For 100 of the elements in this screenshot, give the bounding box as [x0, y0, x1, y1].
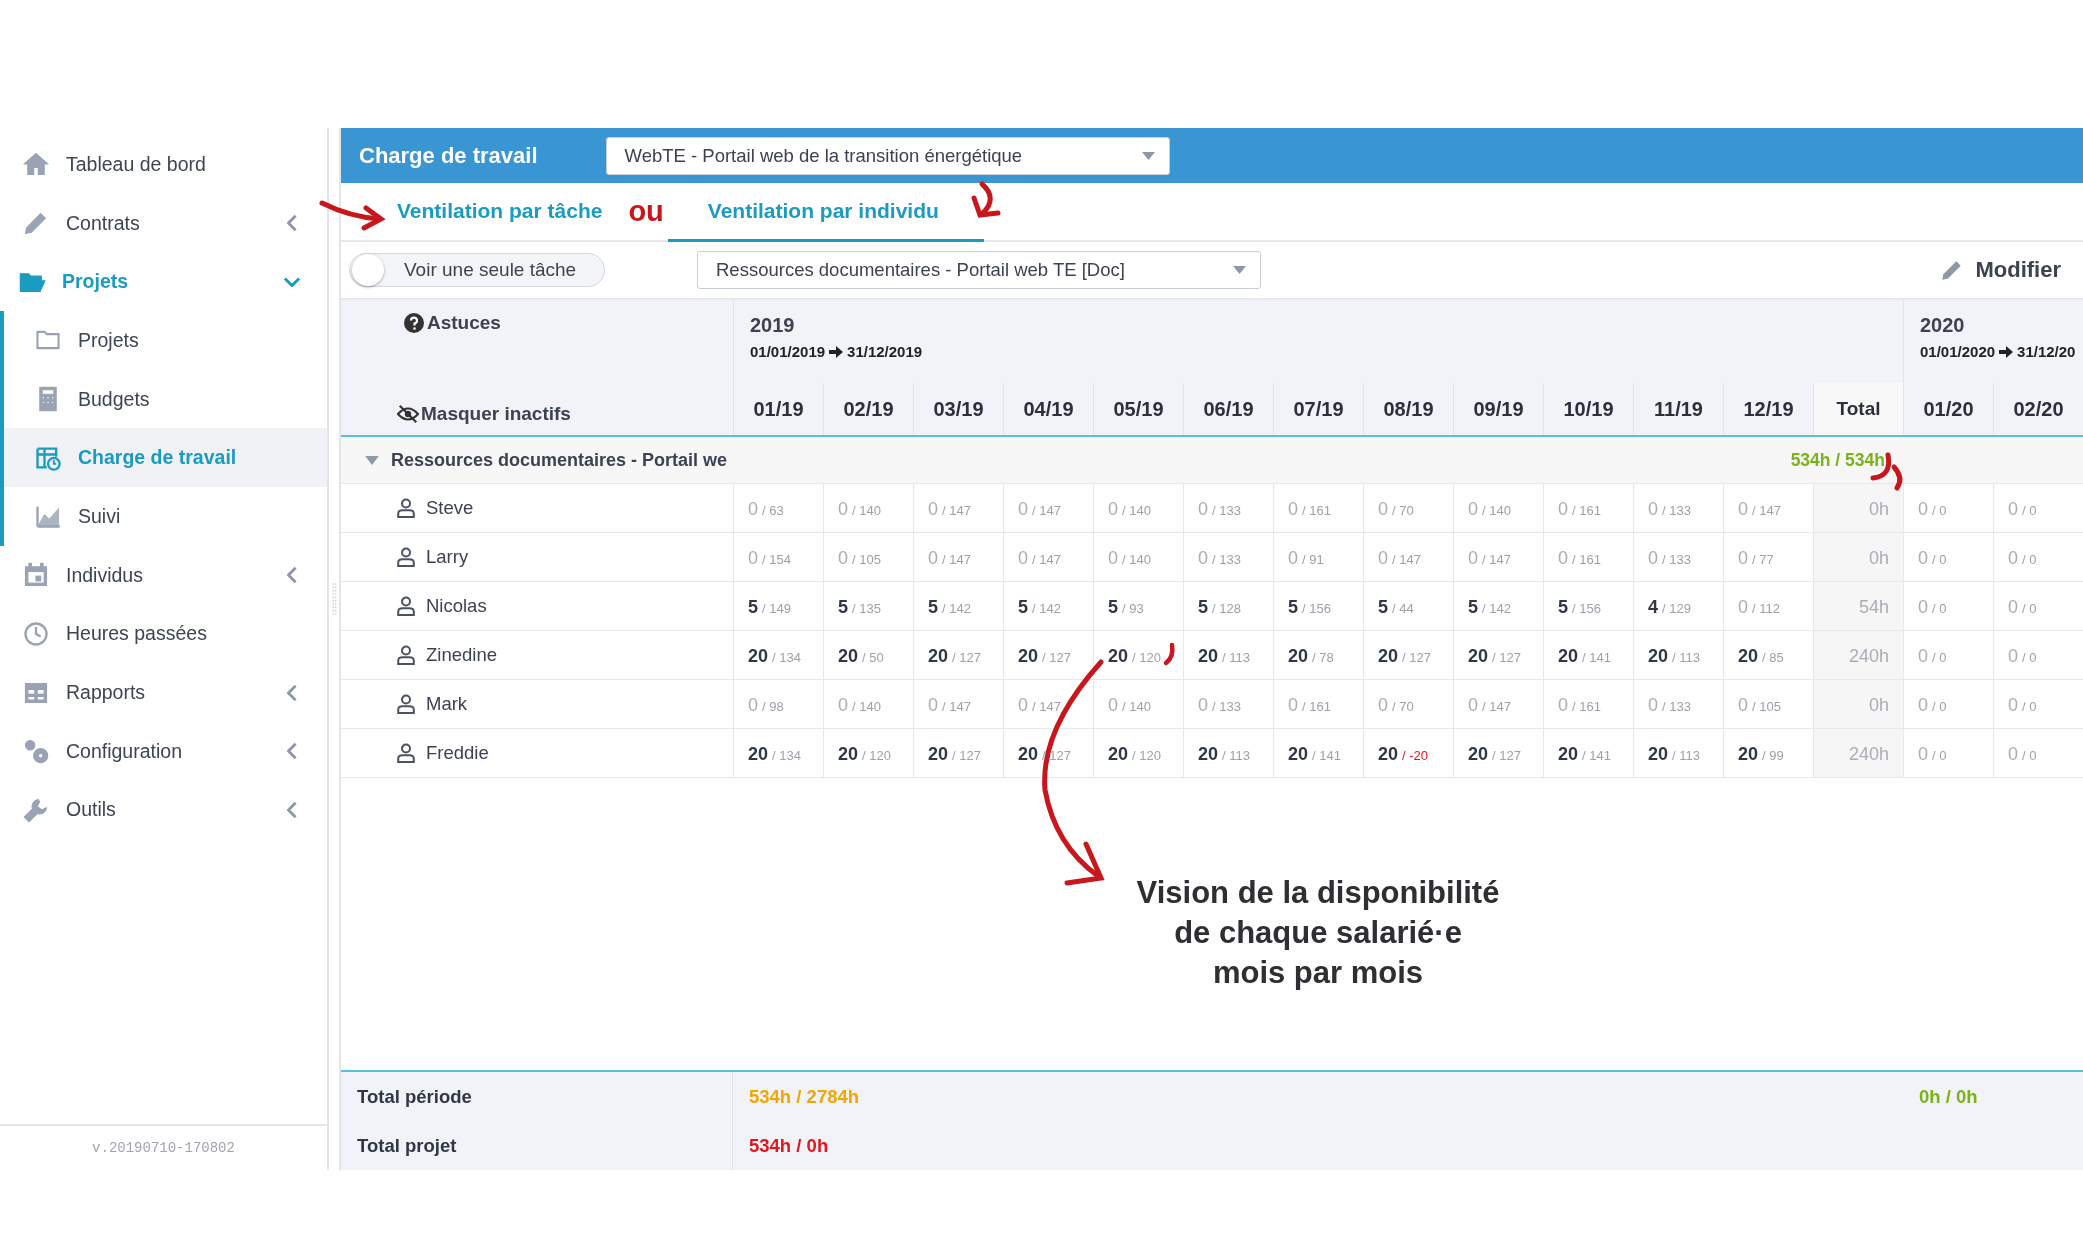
capacity-value: / 140: [852, 503, 881, 518]
task-select[interactable]: Ressources documentaires - Portail web TE [Doc]: [697, 251, 1261, 289]
date-range: 01/01/2020 31/12/20: [1920, 343, 2077, 360]
capacity-value: / 44: [1392, 601, 1414, 616]
person-icon: [396, 596, 416, 616]
capacity-value: / 133: [1212, 503, 1241, 518]
nav-item[interactable]: Configuration: [0, 721, 327, 781]
capacity-value: / 142: [1032, 601, 1061, 616]
capacity-value: / 99: [1762, 748, 1784, 763]
hours-value: 0: [838, 499, 848, 520]
capacity-value: / 0: [2022, 552, 2037, 567]
hours-value: 0: [928, 499, 938, 520]
nav-item[interactable]: Heures passées: [0, 604, 327, 664]
capacity-value: / 147: [1032, 552, 1061, 567]
hours-value: 5: [838, 597, 848, 618]
column-header: 01/20: [1903, 383, 1993, 435]
row-total: 0h: [1813, 484, 1903, 532]
version-label: v.20190710-170802: [0, 1124, 327, 1170]
capacity-value: / 147: [1482, 699, 1511, 714]
hours-value: 0: [1918, 499, 1928, 520]
capacity-value: / 156: [1302, 601, 1331, 616]
capacity-value: / 127: [1042, 748, 1071, 763]
hours-value: 5: [1468, 597, 1478, 618]
nav-subitem[interactable]: Projets: [0, 311, 327, 370]
hours-value: 20: [1558, 646, 1579, 667]
hours-value: 5: [1198, 597, 1208, 618]
hours-value: 20: [1558, 744, 1579, 765]
capacity-value: / 129: [1662, 601, 1691, 616]
toggle-switch[interactable]: Voir une seule tâche: [349, 253, 605, 287]
hours-value: 20: [1648, 646, 1669, 667]
hours-value: 20: [1288, 646, 1309, 667]
hours-value: 5: [1108, 597, 1118, 618]
capacity-value: / 161: [1302, 503, 1331, 518]
nav-item[interactable]: Contrats: [0, 193, 327, 253]
hours-value: 20: [1378, 744, 1399, 765]
capacity-value: / 142: [942, 601, 971, 616]
hours-value: 5: [928, 597, 938, 618]
capacity-value: / 147: [1482, 552, 1511, 567]
hours-value: 4: [1648, 597, 1658, 618]
arrow-right-icon: [1999, 345, 2014, 358]
hours-value: 0: [748, 695, 758, 716]
capacity-value: / 140: [1482, 503, 1511, 518]
hours-value: 0: [1108, 499, 1118, 520]
annotation-text: ou: [627, 194, 665, 229]
capacity-value: / 147: [942, 699, 971, 714]
capacity-value: / 70: [1392, 503, 1414, 518]
column-header: 09/19: [1453, 383, 1543, 435]
capacity-value: / 141: [1312, 748, 1341, 763]
capacity-value: / 0: [1932, 748, 1947, 763]
capacity-value: / 0: [2022, 650, 2037, 665]
edit-button[interactable]: Modifier: [1939, 257, 2061, 283]
project-select[interactable]: WebTE - Portail web de la transition énergétique: [605, 136, 1170, 175]
capacity-value: / 63: [762, 503, 784, 518]
annotation-arrow: [971, 181, 1001, 218]
hours-value: 0: [748, 499, 758, 520]
column-header: 03/19: [913, 383, 1003, 435]
total-label: Total projet: [341, 1122, 733, 1170]
hours-value: 20: [1018, 646, 1039, 667]
annotation-text: Vision de la disponibilité de chaque salarié·e mois par mois: [1135, 874, 1501, 992]
capacity-value: / 161: [1572, 503, 1601, 518]
hours-value: 0: [1468, 695, 1478, 716]
row-total: 0h: [1813, 680, 1903, 728]
hours-value: 0: [1918, 597, 1928, 618]
tips-link[interactable]: Astuces: [403, 312, 733, 334]
person-name: Mark: [341, 680, 733, 728]
group-row-label[interactable]: Ressources documentaires - Portail we: [341, 437, 733, 483]
capacity-value: / 85: [1762, 650, 1784, 665]
grip-handle-icon[interactable]: [331, 582, 337, 616]
capacity-value: / 140: [852, 699, 881, 714]
person-name: Freddie: [341, 729, 733, 777]
capacity-value: / 133: [1662, 699, 1691, 714]
help-icon: [403, 313, 425, 333]
column-header: 07/19: [1273, 383, 1363, 435]
capacity-value: / 156: [1572, 601, 1601, 616]
capacity-value: / 140: [1122, 699, 1151, 714]
capacity-value: / 120: [862, 748, 891, 763]
capacity-value: / 135: [852, 601, 881, 616]
capacity-value: / 161: [1302, 699, 1331, 714]
hours-value: 0: [2008, 646, 2018, 667]
capacity-value: / 113: [1222, 650, 1250, 665]
hours-value: 0: [2008, 548, 2018, 569]
nav-item[interactable]: Tableau de bord: [0, 135, 327, 194]
person-name: Larry: [341, 533, 733, 581]
capacity-value: / 0: [2022, 699, 2037, 714]
nav-item[interactable]: Outils: [0, 780, 327, 840]
total-value: 534h / 0h: [748, 1134, 830, 1158]
total-label: Total période: [341, 1072, 733, 1122]
page-title: Charge de travail: [359, 142, 538, 169]
year-label: 2020: [1920, 314, 1966, 337]
nav-item[interactable]: Rapports: [0, 663, 327, 722]
nav-item[interactable]: Individus: [0, 545, 327, 605]
person-name: Nicolas: [341, 582, 733, 630]
person-icon: [396, 498, 416, 518]
date-range: 01/01/2019 31/12/2019: [750, 343, 924, 360]
hours-value: 0: [1918, 695, 1928, 716]
nav-subitem[interactable]: Suivi: [0, 487, 327, 546]
capacity-value: / 50: [862, 650, 884, 665]
capacity-value: / 133: [1212, 699, 1241, 714]
hours-value: 5: [1378, 597, 1388, 618]
hours-value: 20: [1108, 744, 1129, 765]
